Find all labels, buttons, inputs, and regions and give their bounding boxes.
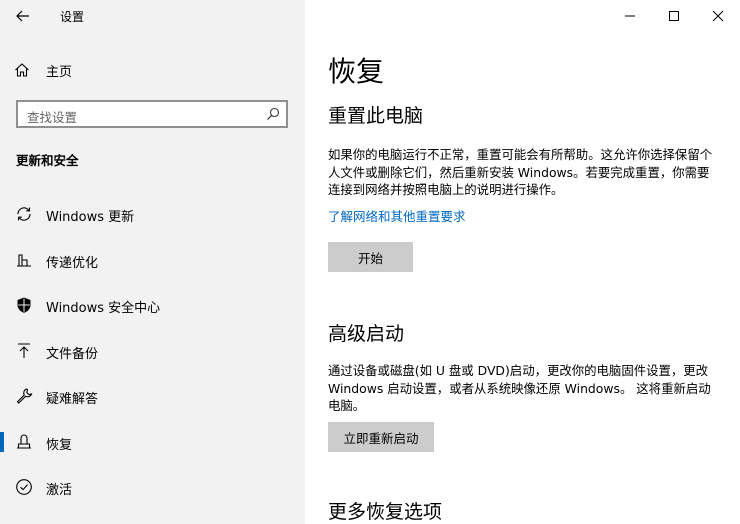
backup-arrow-icon <box>15 342 33 360</box>
window-title: 设置 <box>60 10 85 24</box>
sidebar: 设置 主页 查找设置 更新和安全 Windows 更新 传递优化 Windows… <box>0 0 305 524</box>
advanced-startup-description: 通过设备或磁盘(如 U 盘或 DVD)启动，更改你的电脑固件设置，更改 Wind… <box>328 363 711 413</box>
search-input[interactable]: 查找设置 <box>16 100 288 128</box>
advanced-startup-heading: 高级启动 <box>328 323 405 345</box>
sidebar-item-troubleshoot[interactable]: 疑难解答 <box>0 379 305 413</box>
check-circle-icon <box>15 478 33 496</box>
restart-now-button[interactable]: 立即重新启动 <box>328 422 434 452</box>
home-nav-item[interactable]: 主页 <box>14 58 72 82</box>
maximize-icon <box>669 11 679 21</box>
sidebar-item-label: 传递优化 <box>46 256 99 271</box>
minimize-button[interactable] <box>608 0 652 32</box>
close-button[interactable] <box>696 0 740 32</box>
reset-description: 如果你的电脑运行不正常，重置可能会有所帮助。这允许你选择保留个人文件或删除它们，… <box>328 147 713 197</box>
sync-icon <box>15 205 33 223</box>
sidebar-item-recovery[interactable]: 恢复 <box>0 425 305 459</box>
sidebar-item-label: Windows 安全中心 <box>46 301 161 316</box>
search-icon <box>267 107 280 120</box>
sidebar-item-activation[interactable]: 激活 <box>0 470 305 504</box>
sidebar-item-windows-update[interactable]: Windows 更新 <box>0 197 305 231</box>
back-button[interactable] <box>12 6 34 26</box>
sidebar-item-label: 文件备份 <box>46 347 99 362</box>
sidebar-item-delivery-optimization[interactable]: 传递优化 <box>0 243 305 277</box>
reset-requirements-link[interactable]: 了解网络和其他重置要求 <box>328 206 466 225</box>
back-arrow-icon <box>16 10 29 22</box>
close-icon <box>712 10 724 22</box>
sidebar-item-windows-security[interactable]: Windows 安全中心 <box>0 288 305 322</box>
recovery-icon <box>15 433 33 451</box>
sidebar-item-label: 激活 <box>46 483 73 498</box>
reset-heading: 重置此电脑 <box>328 105 424 127</box>
window-controls <box>608 0 740 32</box>
titlebar-left: 设置 <box>0 0 305 33</box>
wrench-icon <box>15 387 33 405</box>
sidebar-item-backup[interactable]: 文件备份 <box>0 334 305 368</box>
main-content: 恢复 重置此电脑 如果你的电脑运行不正常，重置可能会有所帮助。这允许你选择保留个… <box>305 0 740 524</box>
active-indicator <box>0 432 4 452</box>
shield-icon <box>15 296 33 314</box>
search-placeholder: 查找设置 <box>27 110 78 125</box>
minimize-icon <box>625 15 635 17</box>
maximize-button[interactable] <box>652 0 696 32</box>
sidebar-item-label: 疑难解答 <box>46 392 99 407</box>
sidebar-item-label: Windows 更新 <box>46 210 135 225</box>
delivery-optimization-icon <box>15 251 33 269</box>
sidebar-item-label: 恢复 <box>46 438 73 453</box>
more-recovery-options-heading: 更多恢复选项 <box>328 501 443 523</box>
home-label: 主页 <box>46 64 73 80</box>
home-icon <box>15 63 29 77</box>
page-title: 恢复 <box>328 55 385 88</box>
section-title: 更新和安全 <box>16 153 79 168</box>
get-started-button[interactable]: 开始 <box>328 242 413 272</box>
